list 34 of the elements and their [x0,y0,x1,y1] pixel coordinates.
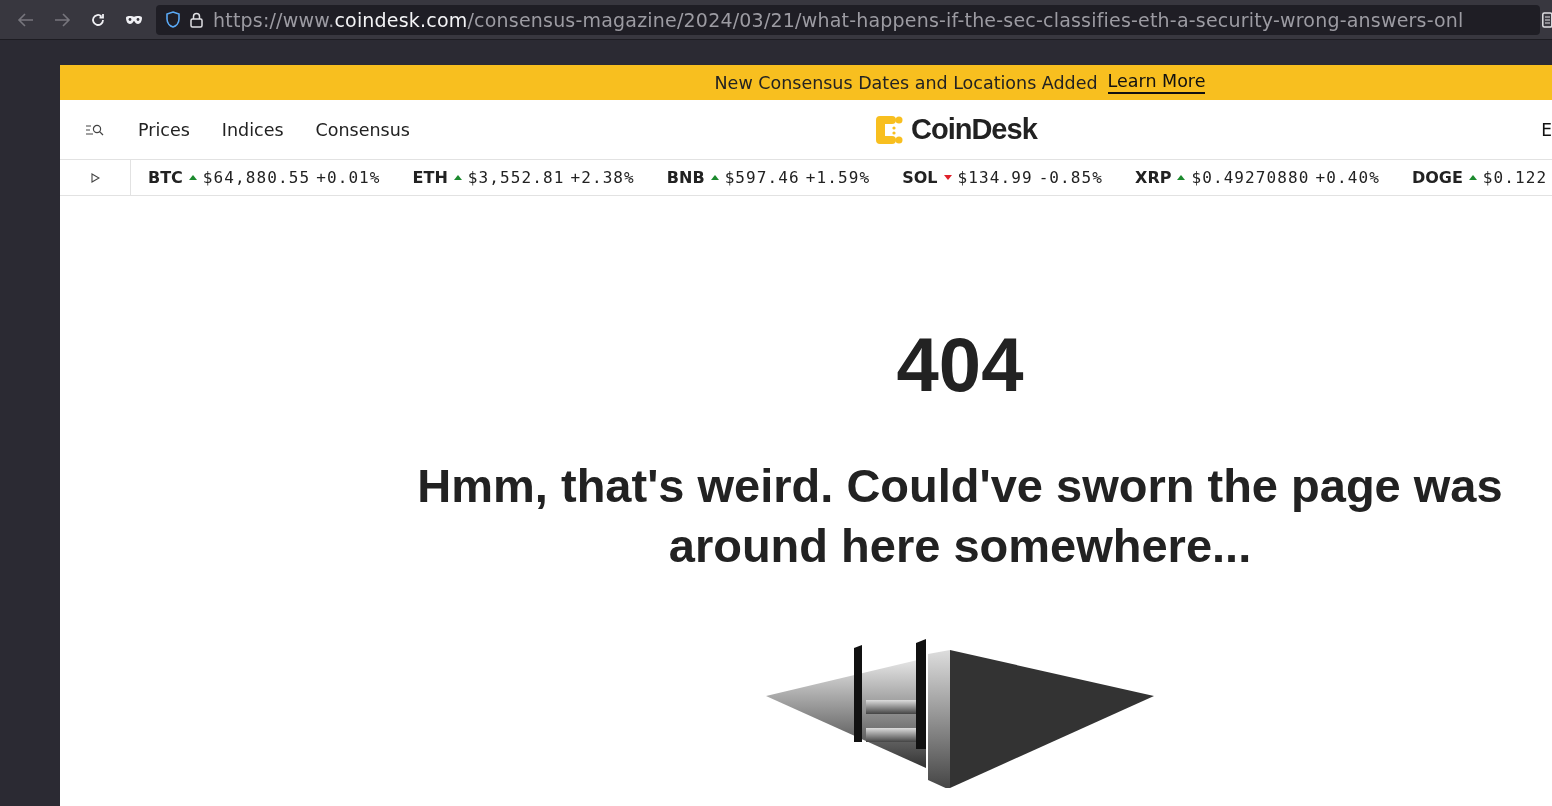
mask-icon[interactable] [125,14,143,25]
coin-price: $0.122 [1482,168,1548,187]
price-change: +0.01% [316,168,381,187]
banner-text: New Consensus Dates and Locations Added [714,72,1098,93]
price-change: +1.59% [805,168,871,187]
reload-icon[interactable] [90,11,106,28]
coin-symbol: ETH [412,168,448,187]
site-logo-text[interactable]: CoinDesk [911,113,1037,146]
search-menu-icon[interactable] [86,123,106,136]
reader-view-icon[interactable] [1542,11,1552,28]
shield-icon[interactable] [166,11,180,28]
coin-symbol: DOGE [1411,168,1463,187]
coin-symbol: BTC [148,168,183,187]
coin-symbol: BNB [666,168,705,187]
price-change: -0.85% [1038,168,1104,187]
coin-price: $0.49270880 [1191,168,1310,187]
nav-link[interactable]: Indices [221,119,284,140]
price-change: +2.38% [570,168,635,187]
error-message: Hmm, that's weird. Could've sworn the page was around here somewhere... [416,458,1504,574]
coin-price: $64,880.55 [202,168,311,187]
error-code: 404 [896,321,1024,409]
lock-icon[interactable] [190,11,203,28]
nav-link[interactable]: Consensus [315,119,410,140]
price-change: +0.40% [1315,168,1380,187]
play-icon[interactable] [90,172,100,183]
coin-price: $134.99 [957,168,1033,187]
coin-price: $597.46 [724,168,800,187]
coin-symbol: SOL [902,168,938,187]
nav-link[interactable]: Prices [138,119,190,140]
nav-item[interactable]: E [1541,119,1552,140]
coin-price: $3,552.81 [467,168,565,187]
coin-symbol: XRP [1135,168,1172,187]
address-bar[interactable]: https://www.coindesk.com/consensus-magazine/2024/03/21/what-happens-if-the-sec-classifies-eth-a-security-wrong-answers-onl [156,4,1540,35]
learn-more-link[interactable]: Learn More [1107,71,1206,94]
